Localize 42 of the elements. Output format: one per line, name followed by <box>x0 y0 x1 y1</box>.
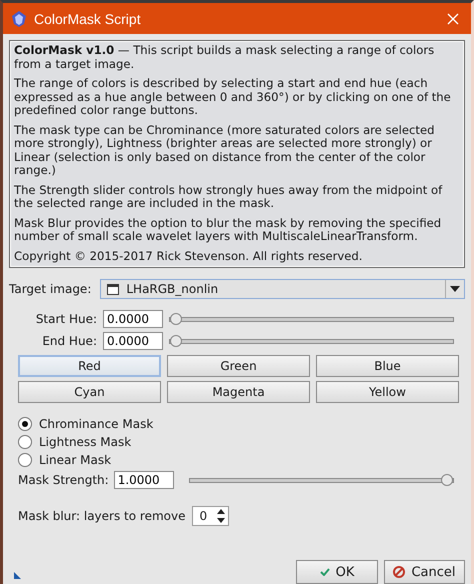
hue-input-field[interactable]: 0.0000 <box>103 332 163 350</box>
radio-label: Linear Mask <box>39 453 112 467</box>
hue-label: Start Hue: <box>34 312 97 326</box>
spin-arrows-icon <box>217 509 226 523</box>
description-paragraph: Mask Blur provides the option to blur the mask by removing the specified number of small scale wavelet layers with MultiscaleLinearTransform. <box>14 216 442 244</box>
color-button[interactable]: Yellow <box>316 381 459 403</box>
window-icon <box>107 284 120 294</box>
description-paragraph: The range of colors is described by selecting a start and end hue (each expressed as a hue angle between 0 and 360°) or by clicking on one of the predefined color range buttons. <box>14 77 452 118</box>
color-button[interactable]: Red <box>18 355 161 377</box>
description-paragraph: The mask type can be Chrominance (more saturated colors are selected more strongly), Lightness (brighter areas are selected more strongly) or Linear (selection is only based on distance from the center of the color range.) <box>14 124 436 178</box>
mask-strength-label: Mask Strength: <box>18 473 109 487</box>
dropdown-arrow-icon <box>450 286 460 292</box>
window-title: ColorMask Script <box>34 10 142 26</box>
slider-thumb[interactable] <box>170 334 182 346</box>
corner-triangle-icon <box>14 572 21 579</box>
ok-button[interactable]: OK <box>296 560 378 584</box>
hue-input-field[interactable]: 0.0000 <box>103 310 163 328</box>
cancel-button[interactable]: Cancel <box>384 560 465 584</box>
color-button[interactable]: Magenta <box>167 381 310 403</box>
target-image-label: Target image: <box>9 282 92 296</box>
slider-thumb[interactable] <box>441 474 453 486</box>
radio-button[interactable] <box>18 453 32 467</box>
color-button[interactable]: Green <box>167 355 310 377</box>
gem-icon <box>12 10 26 26</box>
prohibited-icon <box>393 566 406 578</box>
check-icon <box>320 568 330 576</box>
layers-spinbox[interactable]: 0 <box>192 506 230 526</box>
description-paragraph: ColorMask v1.0 — This script builds a mask selecting a range of colors from a target image. <box>14 44 436 71</box>
radio-label: Chrominance Mask <box>39 417 154 431</box>
description-paragraph: Copyright © 2015-2017 Rick Stevenson. All rights reserved. <box>14 250 364 263</box>
target-image-dropdown[interactable]: LHaRGB_nonlin <box>100 279 465 299</box>
mask-blur-label: Mask blur: layers to remove <box>18 509 186 523</box>
radio-button[interactable] <box>18 417 32 431</box>
close-icon <box>447 12 459 24</box>
slider-thumb[interactable] <box>170 312 182 324</box>
radio-label: Lightness Mask <box>39 435 132 449</box>
radio-button[interactable] <box>18 435 32 449</box>
description-paragraph: The Strength slider controls how strongly hues away from the midpoint of the selected range are included in the mask. <box>14 184 444 210</box>
hue-label: End Hue: <box>41 334 97 348</box>
strength-input-field[interactable]: 1.0000 <box>114 471 174 489</box>
color-button[interactable]: Cyan <box>18 381 161 403</box>
color-button[interactable]: Blue <box>316 355 459 377</box>
